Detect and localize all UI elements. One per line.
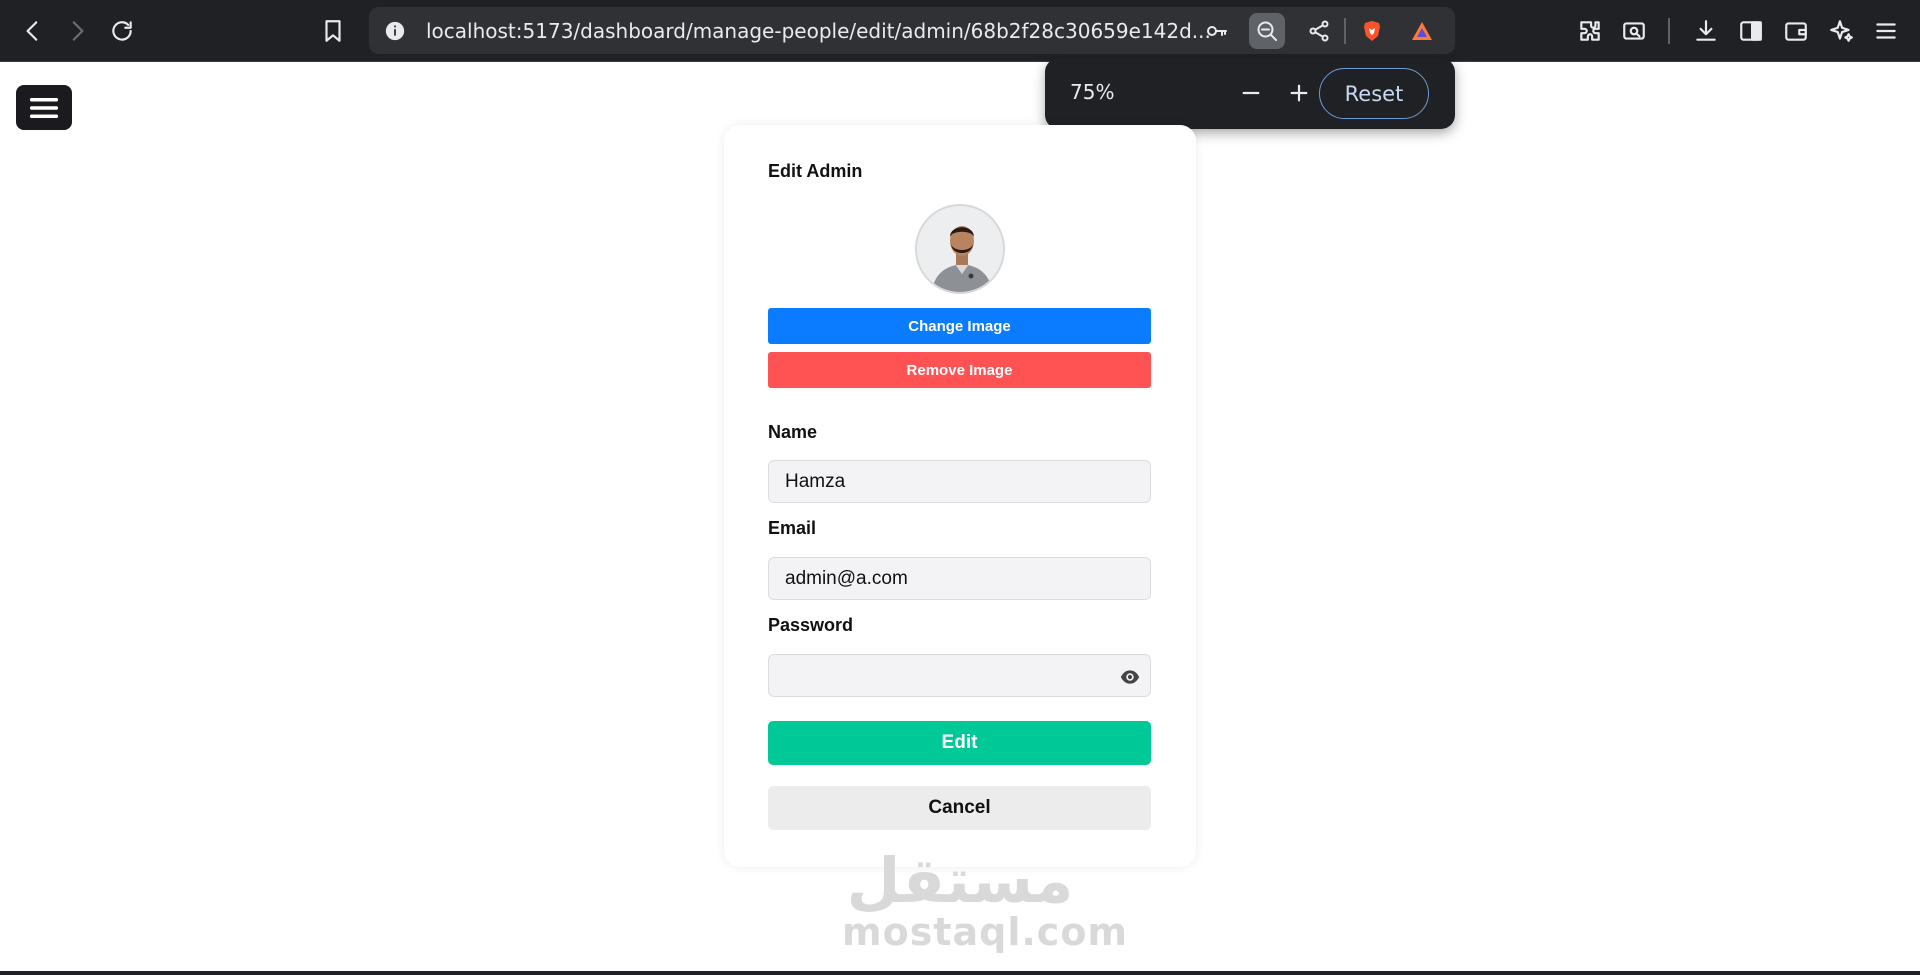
screenshot-button[interactable] bbox=[1615, 12, 1653, 50]
brave-shields-icon[interactable] bbox=[1354, 13, 1390, 49]
wallet-button[interactable] bbox=[1777, 12, 1815, 50]
change-image-button[interactable]: Change Image bbox=[768, 308, 1151, 344]
extensions-button[interactable] bbox=[1571, 12, 1609, 50]
edit-admin-card: Edit Admin Change Image Remove Image Nam… bbox=[724, 125, 1196, 867]
brave-rewards-icon[interactable] bbox=[1404, 13, 1440, 49]
avatar bbox=[915, 204, 1005, 294]
minus-icon bbox=[1242, 91, 1260, 95]
watermark-arabic: مستقل bbox=[846, 844, 1074, 917]
zoom-reset-button[interactable]: Reset bbox=[1319, 68, 1429, 119]
zoom-level-text: 75% bbox=[1070, 80, 1115, 104]
bottom-edge bbox=[0, 971, 1920, 975]
sidebar-icon bbox=[1740, 21, 1762, 41]
site-info-icon[interactable] bbox=[381, 17, 409, 45]
screenshot-icon bbox=[1623, 22, 1645, 40]
avatar-photo bbox=[917, 206, 1003, 292]
edit-button[interactable]: Edit bbox=[768, 721, 1151, 765]
downloads-button[interactable] bbox=[1687, 12, 1725, 50]
zoom-in-button[interactable] bbox=[1282, 76, 1316, 110]
leo-ai-button[interactable] bbox=[1822, 12, 1860, 50]
eye-icon[interactable] bbox=[1120, 667, 1140, 687]
name-label: Name bbox=[768, 422, 818, 442]
page-title: Edit Admin bbox=[768, 161, 863, 181]
bookmark-button[interactable] bbox=[314, 12, 352, 50]
reload-icon bbox=[112, 21, 132, 41]
url-text[interactable]: localhost:5173/dashboard/manage-people/e… bbox=[426, 19, 1226, 43]
back-arrow-icon bbox=[26, 21, 38, 41]
menu-button[interactable] bbox=[1867, 12, 1905, 50]
page-menu-button[interactable] bbox=[16, 85, 72, 130]
zoom-out-icon[interactable] bbox=[1249, 13, 1285, 49]
watermark-latin: mostaql.com bbox=[842, 910, 1129, 954]
zoom-out-button[interactable] bbox=[1234, 76, 1268, 110]
email-label: Email bbox=[768, 518, 817, 538]
forward-arrow-icon bbox=[72, 21, 84, 41]
address-bar[interactable]: localhost:5173/dashboard/manage-people/e… bbox=[369, 7, 1455, 54]
puzzle-icon bbox=[1580, 21, 1600, 41]
name-field[interactable]: Hamza bbox=[768, 460, 1151, 503]
urlbar-divider bbox=[1344, 18, 1346, 44]
sparkle-icon bbox=[1830, 20, 1853, 42]
email-field[interactable]: admin@a.com bbox=[768, 557, 1151, 600]
name-value: Hamza bbox=[785, 470, 846, 492]
password-key-icon[interactable] bbox=[1199, 13, 1235, 49]
remove-image-button[interactable]: Remove Image bbox=[768, 352, 1151, 388]
email-value: admin@a.com bbox=[785, 567, 908, 589]
hamburger-icon bbox=[30, 97, 58, 118]
cancel-button[interactable]: Cancel bbox=[768, 786, 1151, 830]
wallet-icon bbox=[1785, 22, 1807, 41]
toolbar-divider bbox=[1668, 18, 1670, 44]
hamburger-menu-icon bbox=[1876, 23, 1896, 39]
browser-toolbar: localhost:5173/dashboard/manage-people/e… bbox=[0, 0, 1920, 62]
reload-button[interactable] bbox=[103, 12, 141, 50]
sidebar-button[interactable] bbox=[1732, 12, 1770, 50]
password-field[interactable] bbox=[768, 654, 1151, 697]
zoom-popup: 75% Reset bbox=[1045, 58, 1455, 129]
forward-button[interactable] bbox=[58, 12, 96, 50]
back-button[interactable] bbox=[14, 12, 52, 50]
share-icon[interactable] bbox=[1301, 13, 1337, 49]
password-label: Password bbox=[768, 615, 854, 635]
bookmark-icon bbox=[325, 20, 341, 42]
download-icon bbox=[1696, 20, 1716, 41]
plus-icon bbox=[1290, 84, 1308, 102]
mostaql-watermark: مستقل mostaql.com bbox=[842, 844, 1129, 954]
